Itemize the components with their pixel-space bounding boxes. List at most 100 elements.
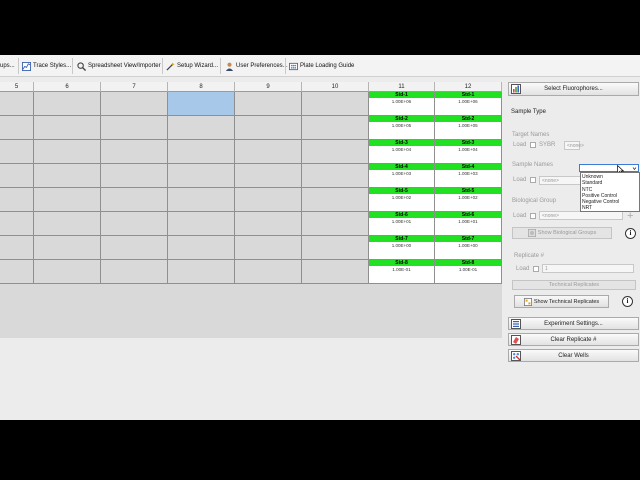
well-G7[interactable] (101, 236, 168, 260)
replicate-load-checkbox[interactable] (533, 266, 539, 272)
well-G12[interactable]: Std-7 1.00E+00 (435, 236, 502, 260)
column-header-9[interactable]: 9 (235, 82, 302, 92)
show-biological-groups-button[interactable]: Show Biological Groups (512, 227, 612, 239)
well-A10[interactable] (302, 92, 369, 116)
well-C5[interactable] (0, 140, 34, 164)
column-header-7[interactable]: 7 (101, 82, 168, 92)
replicate-number-spinner[interactable]: 1 (542, 264, 634, 273)
experiment-settings-button[interactable]: Experiment Settings... (508, 317, 639, 330)
column-header-5[interactable]: 5 (0, 82, 34, 92)
well-F11[interactable]: Std-6 1.00E+01 (369, 212, 435, 236)
column-header-11[interactable]: 11 (369, 82, 435, 92)
column-header-12[interactable]: 12 (435, 82, 502, 92)
well-D9[interactable] (235, 164, 302, 188)
well-F9[interactable] (235, 212, 302, 236)
well-E11[interactable]: Std-5 1.00E+02 (369, 188, 435, 212)
well-E5[interactable] (0, 188, 34, 212)
target-name-combo[interactable]: <none> (564, 141, 584, 150)
well-H12[interactable]: Std-8 1.00E-01 (435, 260, 502, 284)
well-C7[interactable] (101, 140, 168, 164)
trace-styles-button[interactable]: Trace Styles... (22, 59, 71, 73)
well-C8[interactable] (168, 140, 235, 164)
plate-loading-guide-button[interactable]: Plate Loading Guide (289, 59, 354, 73)
well-E7[interactable] (101, 188, 168, 212)
technical-replicates-button[interactable]: Technical Replicates (512, 280, 636, 290)
well-D7[interactable] (101, 164, 168, 188)
well-E9[interactable] (235, 188, 302, 212)
well-D11[interactable]: Std-4 1.00E+03 (369, 164, 435, 188)
bio-load-checkbox[interactable] (530, 213, 536, 219)
well-H6[interactable] (34, 260, 101, 284)
well-G5[interactable] (0, 236, 34, 260)
target-load-checkbox[interactable] (530, 142, 536, 148)
toolbar-separator (72, 58, 73, 74)
well-G11[interactable]: Std-7 1.00E+00 (369, 236, 435, 260)
well-H7[interactable] (101, 260, 168, 284)
toolbar-groups-button[interactable]: ups... (0, 59, 15, 73)
biological-group-combo[interactable]: <none> (539, 211, 623, 220)
well-F6[interactable] (34, 212, 101, 236)
well-H11[interactable]: Std-8 1.00E-01 (369, 260, 435, 284)
user-preferences-button[interactable]: User Preferences... (225, 59, 288, 73)
column-header-10[interactable]: 10 (302, 82, 369, 92)
sample-type-option-nrt[interactable]: NRT (581, 205, 639, 211)
sample-type-select[interactable] (579, 164, 639, 172)
well-A12[interactable]: Std-1 1.00E+06 (435, 92, 502, 116)
biological-groups-info-icon[interactable]: i (625, 228, 636, 239)
well-F7[interactable] (101, 212, 168, 236)
well-F12[interactable]: Std-6 1.00E+01 (435, 212, 502, 236)
well-F5[interactable] (0, 212, 34, 236)
standard-label: Std-4 (369, 164, 434, 170)
setup-wizard-button[interactable]: Setup Wizard... (166, 59, 218, 73)
well-A9[interactable] (235, 92, 302, 116)
well-A5[interactable] (0, 92, 34, 116)
well-D12[interactable]: Std-4 1.00E+03 (435, 164, 502, 188)
well-A7[interactable] (101, 92, 168, 116)
well-G8[interactable] (168, 236, 235, 260)
well-D10[interactable] (302, 164, 369, 188)
well-B8[interactable] (168, 116, 235, 140)
well-B11[interactable]: Std-2 1.00E+05 (369, 116, 435, 140)
well-B10[interactable] (302, 116, 369, 140)
column-header-6[interactable]: 6 (34, 82, 101, 92)
well-A11[interactable]: Std-1 1.00E+06 (369, 92, 435, 116)
well-B5[interactable] (0, 116, 34, 140)
well-E6[interactable] (34, 188, 101, 212)
well-A8[interactable] (168, 92, 235, 116)
well-E8[interactable] (168, 188, 235, 212)
well-E12[interactable]: Std-5 1.00E+02 (435, 188, 502, 212)
well-G6[interactable] (34, 236, 101, 260)
well-C10[interactable] (302, 140, 369, 164)
well-C9[interactable] (235, 140, 302, 164)
well-B6[interactable] (34, 116, 101, 140)
well-B9[interactable] (235, 116, 302, 140)
well-D6[interactable] (34, 164, 101, 188)
well-B7[interactable] (101, 116, 168, 140)
well-D8[interactable] (168, 164, 235, 188)
well-G10[interactable] (302, 236, 369, 260)
clear-replicate-button[interactable]: Clear Replicate # (508, 333, 639, 346)
add-biological-group-icon[interactable]: + (627, 211, 633, 222)
select-fluorophores-button[interactable]: Select Fluorophores... (508, 82, 639, 96)
well-H5[interactable] (0, 260, 34, 284)
well-F8[interactable] (168, 212, 235, 236)
well-F10[interactable] (302, 212, 369, 236)
spreadsheet-view-button[interactable]: Spreadsheet View/Importer (77, 59, 161, 73)
wizard-wand-icon (166, 61, 175, 71)
well-H8[interactable] (168, 260, 235, 284)
well-A6[interactable] (34, 92, 101, 116)
well-C6[interactable] (34, 140, 101, 164)
well-H10[interactable] (302, 260, 369, 284)
well-C12[interactable]: Std-3 1.00E+04 (435, 140, 502, 164)
well-E10[interactable] (302, 188, 369, 212)
well-C11[interactable]: Std-3 1.00E+04 (369, 140, 435, 164)
well-D5[interactable] (0, 164, 34, 188)
clear-wells-button[interactable]: Clear Wells (508, 349, 639, 362)
technical-replicates-info-icon[interactable]: i (622, 296, 633, 307)
well-B12[interactable]: Std-2 1.00E+05 (435, 116, 502, 140)
well-G9[interactable] (235, 236, 302, 260)
well-H9[interactable] (235, 260, 302, 284)
column-header-8[interactable]: 8 (168, 82, 235, 92)
show-technical-replicates-button[interactable]: Show Technical Replicates (514, 295, 609, 308)
sample-load-checkbox[interactable] (530, 177, 536, 183)
